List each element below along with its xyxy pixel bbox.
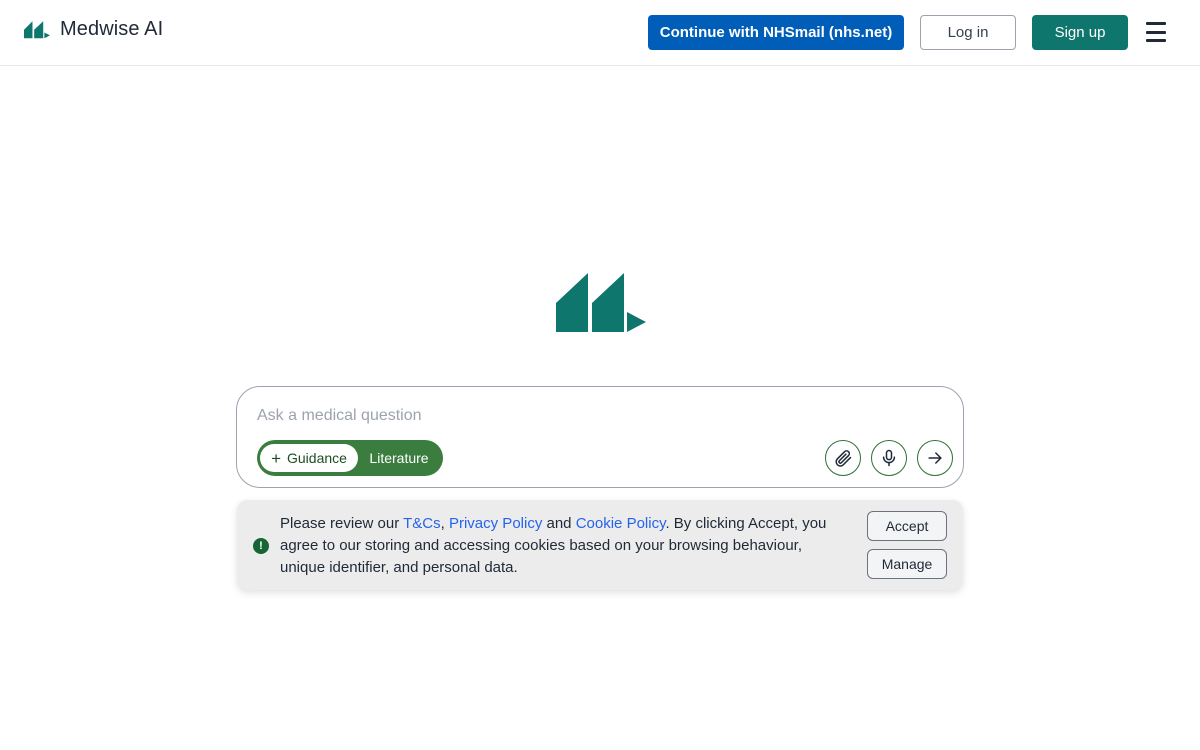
mode-literature-option[interactable]: Literature [358,450,440,466]
top-navbar: Medwise AI Continue with NHSmail (nhs.ne… [0,0,1200,66]
mode-guidance-option[interactable]: + Guidance [260,444,358,472]
hamburger-menu-icon[interactable] [1144,20,1168,44]
cookie-text-sep: and [542,515,576,532]
cookie-text-sep: , [440,515,449,532]
signup-button[interactable]: Sign up [1032,15,1128,50]
plus-icon: + [271,448,281,468]
login-button[interactable]: Log in [920,15,1016,50]
cookie-policy-link[interactable]: Cookie Policy [576,515,666,532]
arrow-right-icon [928,452,942,464]
cookie-text-prefix: Please review our [280,515,404,532]
manage-cookies-button[interactable]: Manage [867,549,947,579]
cookie-consent-banner: ! Please review our T&Cs, Privacy Policy… [237,500,963,590]
continue-with-nhsmail-button[interactable]: Continue with NHSmail (nhs.net) [648,15,904,50]
exclamation-circle-icon: ! [253,538,269,554]
attach-file-button[interactable] [825,440,861,476]
paperclip-icon [835,450,852,467]
question-composer: + Guidance Literature [236,386,964,488]
send-question-button[interactable] [917,440,953,476]
voice-input-button[interactable] [871,440,907,476]
brand-name: Medwise AI [60,18,164,40]
medwise-logo-icon [24,20,50,38]
terms-link[interactable]: T&Cs [403,515,441,532]
source-mode-toggle: + Guidance Literature [257,440,443,476]
cookie-consent-text: Please review our T&Cs, Privacy Policy a… [280,513,850,579]
brand[interactable]: Medwise AI [24,18,163,41]
mode-guidance-label: Guidance [287,450,347,466]
microphone-icon [882,449,896,467]
medical-question-input[interactable] [257,403,937,429]
medwise-center-logo-icon [556,273,646,332]
accept-cookies-button[interactable]: Accept [867,511,947,541]
privacy-policy-link[interactable]: Privacy Policy [449,515,542,532]
